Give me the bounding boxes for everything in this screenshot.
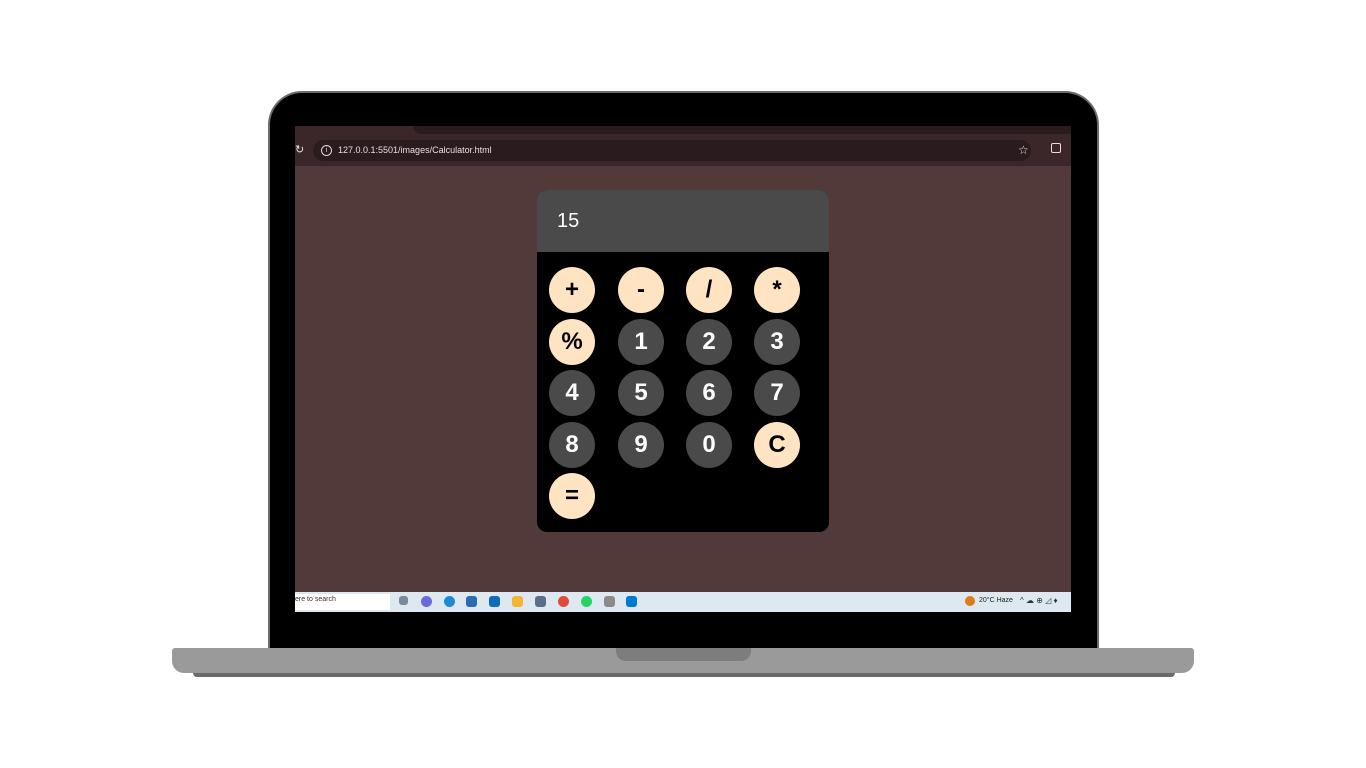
calculator: 15 + - / *% 1 2 3 4 5 6 7 8 9 0 C = [537,190,829,532]
edge-icon[interactable] [444,596,455,607]
url-text: 127.0.0.1:5501/images/Calculator.html [338,145,492,155]
key-multiply-button[interactable]: * [754,267,800,313]
copilot-icon[interactable] [421,596,432,607]
key-8-button[interactable]: 8 [549,422,595,468]
key-2-button[interactable]: 2 [686,319,732,365]
laptop-notch [616,648,751,661]
chrome-icon[interactable] [558,596,569,607]
whatsapp-icon[interactable] [581,596,592,607]
key-5-button[interactable]: 5 [618,370,664,416]
system-tray-icons[interactable]: ^ ☁ ⊕ ◿ ♦ [1020,596,1058,605]
key-0-button[interactable]: 0 [686,422,732,468]
key-9-button[interactable]: 9 [618,422,664,468]
weather-icon[interactable] [965,596,975,606]
key-1-button[interactable]: 1 [618,319,664,365]
vscode-icon[interactable] [626,596,637,607]
key-divide-button[interactable]: / [686,267,732,313]
taskbar-search-box[interactable]: ere to search [295,594,390,610]
browser-toolbar: ↻ i 127.0.0.1:5501/images/Calculator.htm… [295,136,1071,166]
taskbar-search-text: ere to search [295,596,336,603]
taskbar: ere to search 20°C Haze ^ ☁ ⊕ ◿ ♦ [295,592,1071,612]
key-minus-button[interactable]: - [618,267,664,313]
browser-screen: ↻ i 127.0.0.1:5501/images/Calculator.htm… [295,126,1071,612]
store-icon[interactable] [466,596,477,607]
key-6-button[interactable]: 6 [686,370,732,416]
reload-icon[interactable]: ↻ [295,143,309,157]
file-explorer-icon[interactable] [512,596,523,607]
site-info-icon[interactable]: i [321,145,332,156]
outlook-icon[interactable] [489,596,500,607]
key-equals-button[interactable]: = [549,473,595,519]
display-value: 15 [557,210,580,232]
laptop-base-shadow [193,673,1175,677]
key-7-button[interactable]: 7 [754,370,800,416]
calculator-display: 15 [537,190,829,252]
key-percent-button[interactable]: % [549,319,595,365]
tab-strip [295,126,1071,136]
bookmark-star-icon[interactable]: ☆ [1018,143,1029,157]
address-bar[interactable]: i 127.0.0.1:5501/images/Calculator.html … [313,140,1031,161]
app-icon[interactable] [535,596,546,607]
key-plus-button[interactable]: + [549,267,595,313]
window-icon[interactable] [604,596,615,607]
key-3-button[interactable]: 3 [754,319,800,365]
key-clear-button[interactable]: C [754,422,800,468]
task-view-icon[interactable] [399,596,408,605]
key-4-button[interactable]: 4 [549,370,595,416]
extensions-icon[interactable] [1051,143,1061,153]
active-tab[interactable] [413,126,1071,134]
weather-text[interactable]: 20°C Haze [979,597,1013,604]
